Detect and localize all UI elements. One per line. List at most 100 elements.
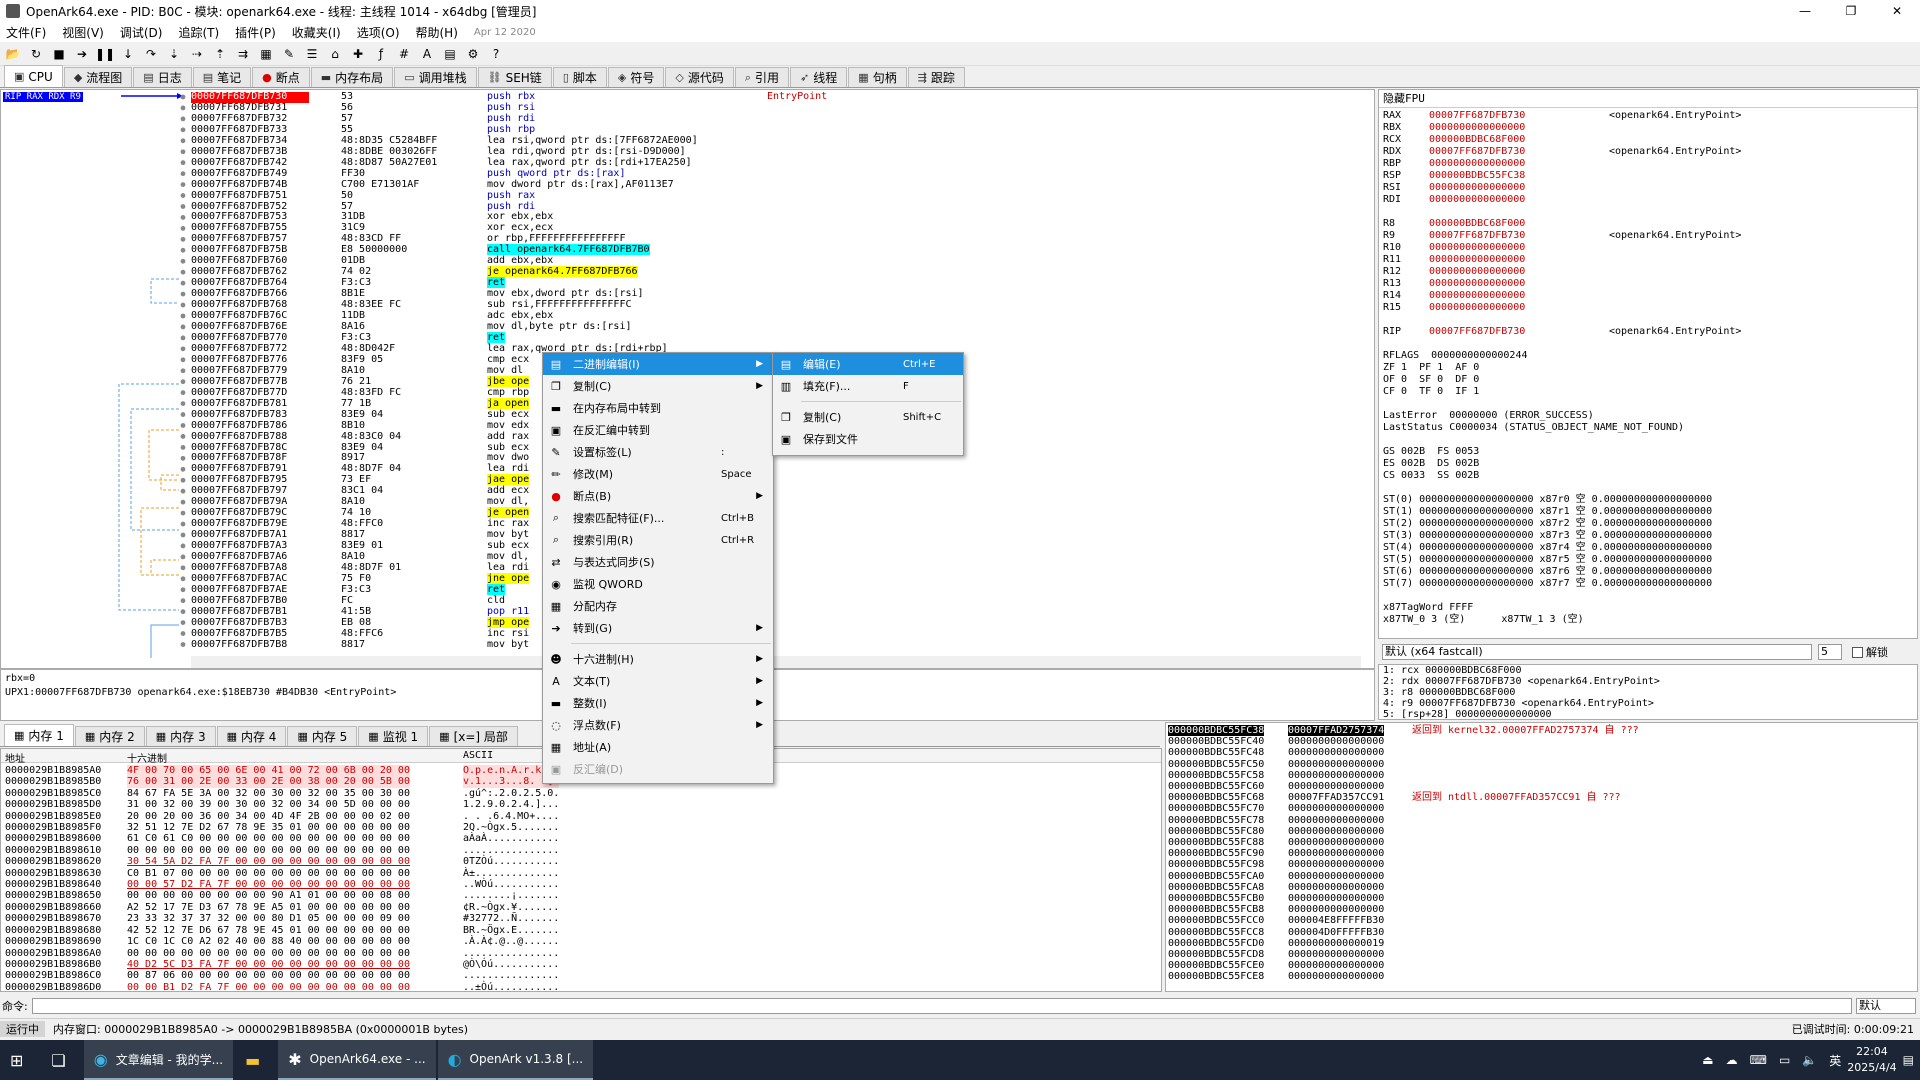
register-row[interactable]: RBX 0000000000000000 xyxy=(1379,122,1917,134)
breakpoint-dot[interactable] xyxy=(180,412,186,417)
register-value[interactable]: 0000000000000000 xyxy=(1429,122,1609,134)
breakpoint-dot[interactable] xyxy=(180,532,186,538)
task-view-button[interactable]: ❏ xyxy=(41,1040,83,1080)
breakpoint-dot[interactable] xyxy=(180,127,186,133)
dump-ascii-row[interactable]: ................ xyxy=(463,948,559,959)
stack-value[interactable]: 00007FFAD2757374 xyxy=(1288,725,1385,737)
hash-icon[interactable]: # xyxy=(395,45,413,63)
breakpoint-dot[interactable] xyxy=(180,105,186,111)
breakpoint-dot[interactable] xyxy=(180,182,186,187)
stack-address[interactable]: 000000BDBC55FC90 xyxy=(1168,848,1264,859)
segment-row[interactable]: ES 002B DS 002B xyxy=(1379,458,1917,470)
dump-ascii-row[interactable]: . . .6.4.MO+.... xyxy=(463,811,559,822)
stack-address[interactable]: 000000BDBC55FCA8 xyxy=(1168,882,1264,893)
stack-address[interactable]: 000000BDBC55FC48 xyxy=(1168,747,1264,758)
fpu-st-row[interactable]: ST(1) 0000000000000000000 x87r1 空 0.0000… xyxy=(1379,506,1917,518)
stack-address[interactable]: 000000BDBC55FC50 xyxy=(1168,759,1264,770)
stack-address[interactable]: 000000BDBC55FC68 xyxy=(1168,792,1264,803)
dump-hex-row[interactable]: 4F 00 70 00 65 00 6E 00 41 00 72 00 6B 0… xyxy=(127,765,410,777)
stack-address[interactable]: 000000BDBC55FC70 xyxy=(1168,803,1264,814)
register-row[interactable]: R14 0000000000000000 xyxy=(1379,290,1917,302)
breakpoint-dot[interactable] xyxy=(180,642,186,647)
menu-item-binary-edit[interactable]: ▤ 二进制编辑(I) ▶ xyxy=(543,353,773,375)
restart-icon[interactable]: ↻ xyxy=(27,45,45,63)
stack-value[interactable]: 0000000000000000 xyxy=(1288,848,1384,859)
menu-item-edit[interactable]: ▤ 编辑(E) Ctrl+E xyxy=(773,353,963,375)
stack-value[interactable]: 0000000000000000 xyxy=(1288,815,1384,826)
dump-address[interactable]: 0000029B1B8985D0 xyxy=(5,799,101,810)
stack-address[interactable]: 000000BDBC55FCC0 xyxy=(1168,915,1264,926)
dump-hex-row[interactable]: 40 D2 5C D3 FA 7F 00 00 00 00 00 00 00 0… xyxy=(127,959,410,970)
tab-reference[interactable]: ⌕ 引用 xyxy=(734,67,790,87)
stack-address[interactable]: 000000BDBC55FCE0 xyxy=(1168,960,1264,971)
menu-item-search-pattern[interactable]: ⌕ 搜索匹配特征(F)... Ctrl+B xyxy=(543,507,773,529)
maximize-button[interactable]: ❐ xyxy=(1828,0,1874,22)
breakpoint-dot[interactable] xyxy=(180,543,186,549)
memory-dump-view[interactable]: 地址 十六进制 ASCII 0000029B1B8985A0 0000029B1B… xyxy=(0,748,1162,992)
stack-address[interactable]: 000000BDBC55FC60 xyxy=(1168,781,1264,792)
command-input[interactable] xyxy=(31,998,1852,1014)
dump-address[interactable]: 0000029B1B8986B0 xyxy=(5,959,101,970)
register-row[interactable]: R10 0000000000000000 xyxy=(1379,242,1917,254)
dump-hex-row[interactable]: 00 87 06 00 00 00 00 00 00 00 00 00 00 0… xyxy=(127,970,410,981)
dump-ascii-row[interactable]: ..WÒú........... xyxy=(463,879,559,890)
trace-into-icon[interactable]: ⇣ xyxy=(165,45,183,63)
fpu-st-row[interactable]: ST(3) 0000000000000000000 x87r3 空 0.0000… xyxy=(1379,530,1917,542)
stack-value[interactable]: 0000000000000000 xyxy=(1288,904,1384,915)
dump-address[interactable]: 0000029B1B898650 xyxy=(5,890,101,901)
scylla-icon[interactable]: ▦ xyxy=(257,45,275,63)
stack-address[interactable]: 000000BDBC55FC88 xyxy=(1168,837,1264,848)
fpu-st-row[interactable]: ST(5) 0000000000000000000 x87r5 空 0.0000… xyxy=(1379,554,1917,566)
fpu-st-row[interactable]: ST(6) 0000000000000000000 x87r6 空 0.0000… xyxy=(1379,566,1917,578)
breakpoint-dot[interactable] xyxy=(180,445,186,450)
breakpoint-dot[interactable] xyxy=(180,554,186,560)
usb-icon[interactable]: ⏏ xyxy=(1702,1053,1713,1067)
menu-item-breakpoint[interactable]: ● 断点(B) ▶ xyxy=(543,485,773,507)
dump-ascii-row[interactable]: ................ xyxy=(463,845,559,856)
dump-ascii-row[interactable]: 2Q.~Ògx.5....... xyxy=(463,822,559,833)
breakpoint-dot[interactable] xyxy=(180,390,186,396)
pause-icon[interactable]: ❚❚ xyxy=(95,45,115,63)
stop-icon[interactable]: ■ xyxy=(50,45,68,63)
register-row-rip[interactable]: RIP 00007FF687DFB730 <openark64.EntryPoint… xyxy=(1379,326,1917,338)
disasm-address[interactable]: 00007FF687DFB7B8 xyxy=(191,639,309,651)
menu-item-hex[interactable]: ☻ 十六进制(H) ▶ xyxy=(543,648,773,670)
breakpoint-dot[interactable] xyxy=(180,236,186,242)
menu-item-2[interactable]: 调试(D) xyxy=(120,24,163,41)
breakpoint-dot[interactable] xyxy=(180,226,186,231)
breakpoint-dot[interactable] xyxy=(180,379,186,385)
dump-ascii-row[interactable]: 1.2.9.0.2.4.]... xyxy=(463,799,559,810)
registers-panel[interactable]: 隐藏FPU RAX 00007FF687DFB730 <openark64.Entr… xyxy=(1378,89,1918,639)
dump-ascii-row[interactable]: BR.~Ögx.E....... xyxy=(463,925,559,936)
register-row[interactable]: RCX 000000BDBC68F000 xyxy=(1379,134,1917,146)
breakpoint-dot[interactable] xyxy=(180,160,186,166)
dump-address[interactable]: 0000029B1B8985E0 xyxy=(5,811,101,822)
breakpoint-dot[interactable] xyxy=(180,368,186,374)
breakpoint-dot[interactable] xyxy=(180,565,186,571)
breakpoint-dot[interactable] xyxy=(180,598,186,604)
menu-item-label[interactable]: ✎ 设置标签(L): xyxy=(543,441,773,463)
menu-item-5[interactable]: 收藏夹(I) xyxy=(292,24,341,41)
dump-address[interactable]: 0000029B1B8986A0 xyxy=(5,948,101,959)
breakpoint-dot[interactable] xyxy=(180,94,186,100)
tab-thread[interactable]: ➶ 线程 xyxy=(790,67,848,87)
tab-handle[interactable]: ▦ 句柄 xyxy=(848,67,907,87)
stack-value[interactable]: 0000000000000000 xyxy=(1288,960,1384,971)
dump-address[interactable]: 0000029B1B8986D0 xyxy=(5,982,101,991)
dump-hex-row[interactable]: 00 00 00 00 00 00 00 00 00 00 00 00 00 0… xyxy=(127,948,410,959)
stack-value[interactable]: 0000000000000019 xyxy=(1288,938,1384,949)
flags-row[interactable]: OF 0 SF 0 DF 0 xyxy=(1379,374,1917,386)
breakpoint-dot[interactable] xyxy=(180,193,186,198)
dump-ascii-row[interactable]: ........¡....... xyxy=(463,890,559,901)
stack-value[interactable]: 0000000000000000 xyxy=(1288,826,1384,837)
fpu-st-row[interactable]: ST(4) 0000000000000000000 x87r4 空 0.0000… xyxy=(1379,542,1917,554)
menu-item-text[interactable]: A 文本(T) ▶ xyxy=(543,670,773,692)
tab-memory-map[interactable]: ▬ 内存布局 xyxy=(310,67,394,87)
register-value[interactable]: 00007FF687DFB730 xyxy=(1429,146,1609,158)
dump-tab-0[interactable]: ▦ 内存 1 xyxy=(4,724,74,746)
dump-address[interactable]: 0000029B1B898670 xyxy=(5,913,101,924)
tab-seh[interactable]: ⛓ SEH链 xyxy=(477,67,552,87)
register-row[interactable]: RDX 00007FF687DFB730 <openark64.EntryPoint… xyxy=(1379,146,1917,158)
comment-icon[interactable]: ☰ xyxy=(303,45,321,63)
stack-address[interactable]: 000000BDBC55FC38 xyxy=(1168,725,1265,737)
